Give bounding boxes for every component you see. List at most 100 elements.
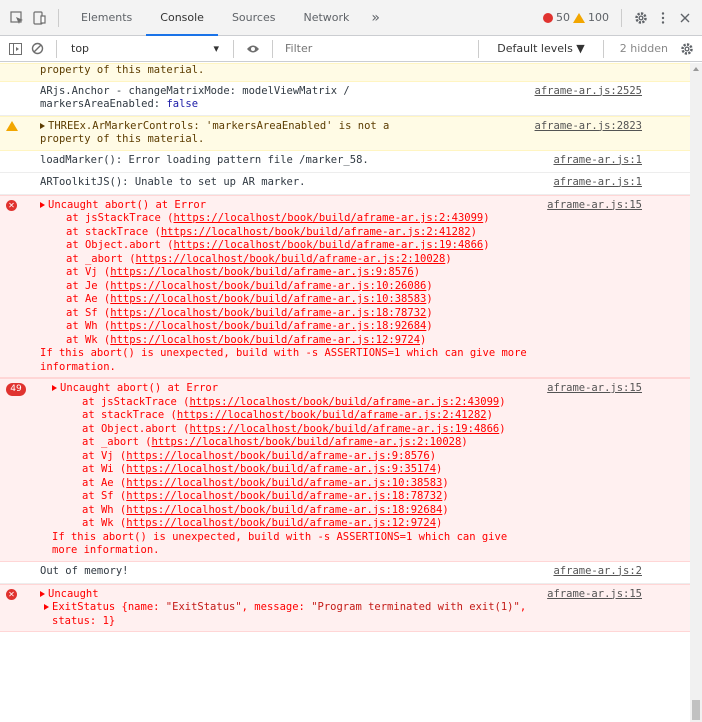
message-text: ARToolkitJS(): Unable to set up AR marke… <box>40 175 306 188</box>
message-text: If this abort() is unexpected, build wit… <box>52 530 508 543</box>
more-tabs-button[interactable]: » <box>363 10 388 26</box>
stack-frame-link[interactable]: https://localhost/book/build/aframe-ar.j… <box>110 280 426 292</box>
message-text: property of this material. <box>40 133 205 145</box>
more-options-icon[interactable] <box>652 7 674 29</box>
warning-count: 100 <box>588 11 609 24</box>
stack-frame: at _abort (https://localhost/book/build/… <box>82 436 468 448</box>
source-link[interactable]: aframe-ar.js:15 <box>547 199 642 213</box>
stack-frame-link[interactable]: https://localhost/book/build/aframe-ar.j… <box>110 307 426 319</box>
inspect-element-icon[interactable] <box>6 7 28 29</box>
stack-frame: at Object.abort (https://localhost/book/… <box>82 422 506 435</box>
error-heading: Uncaught <box>48 587 99 600</box>
message-text: property of this material. <box>40 64 205 76</box>
message-text: THREEx.ArMarkerControls: 'markersAreaEna… <box>48 119 390 132</box>
stack-frame-link[interactable]: https://localhost/book/build/aframe-ar.j… <box>173 212 483 224</box>
error-count: 50 <box>556 11 570 24</box>
filter-input[interactable] <box>281 38 401 59</box>
expand-triangle-icon[interactable] <box>52 385 57 391</box>
console-scrollbar[interactable] <box>690 63 702 722</box>
stack-frame: at Wk (https://localhost/book/build/afra… <box>66 333 427 346</box>
log-levels-dropdown[interactable]: Default levels ▼ <box>487 42 595 55</box>
context-selector[interactable]: top ▾ <box>65 42 225 55</box>
error-heading: Uncaught abort() at Error <box>48 198 207 211</box>
stack-frame-link[interactable]: https://localhost/book/build/aframe-ar.j… <box>136 253 446 265</box>
source-link[interactable]: aframe-ar.js:1 <box>553 154 642 168</box>
stack-frame-link[interactable]: https://localhost/book/build/aframe-ar.j… <box>126 517 436 529</box>
source-link[interactable]: aframe-ar.js:2823 <box>535 120 642 134</box>
stack-frame: at Vj (https://localhost/book/build/afra… <box>66 266 421 278</box>
expand-triangle-icon[interactable] <box>40 201 45 208</box>
chevron-down-icon: ▾ <box>213 42 219 55</box>
tab-elements[interactable]: Elements <box>67 0 146 36</box>
toolbar-divider <box>621 8 622 27</box>
error-count-icon <box>543 12 553 23</box>
tab-console[interactable]: Console <box>146 0 218 36</box>
expand-triangle-icon[interactable] <box>40 590 45 597</box>
stack-frame: at _abort (https://localhost/book/build/… <box>66 252 452 265</box>
warning-icon <box>6 120 18 131</box>
stack-frame-link[interactable]: https://localhost/book/build/aframe-ar.j… <box>126 463 436 475</box>
console-toolbar: top ▾ Default levels ▼ 2 hidden <box>0 36 702 62</box>
stack-frame: at stackTrace (https://localhost/book/bu… <box>82 409 493 421</box>
console-message-error: 49 Uncaught abort() at Error at jsStackT… <box>0 378 690 562</box>
devtools-tabbar: Elements Console Sources Network » 50 10… <box>0 0 702 36</box>
issue-counter[interactable]: 50 100 <box>543 11 609 24</box>
source-link[interactable]: aframe-ar.js:2525 <box>535 85 642 99</box>
close-devtools-icon[interactable] <box>674 7 696 29</box>
stack-frame-link[interactable]: https://localhost/book/build/aframe-ar.j… <box>152 436 462 448</box>
expand-triangle-icon[interactable] <box>44 604 49 610</box>
stack-frame-link[interactable]: https://localhost/book/build/aframe-ar.j… <box>126 504 442 516</box>
stack-frame-link[interactable]: https://localhost/book/build/aframe-ar.j… <box>126 450 429 462</box>
toolbar-divider <box>602 39 604 58</box>
device-toolbar-icon[interactable] <box>28 7 50 29</box>
string-value: "ExitStatus" <box>165 601 242 613</box>
console-settings-gear-icon[interactable] <box>676 38 698 60</box>
stack-frame-link[interactable]: https://localhost/book/build/aframe-ar.j… <box>110 293 426 305</box>
stack-trace: at jsStackTrace (https://localhost/book/… <box>40 212 620 347</box>
stack-frame-link[interactable]: https://localhost/book/build/aframe-ar.j… <box>161 226 471 238</box>
stack-trace: at jsStackTrace (https://localhost/book/… <box>52 396 620 531</box>
stack-frame: at Object.abort (https://localhost/book/… <box>66 239 490 251</box>
stack-frame: at Wi (https://localhost/book/build/afra… <box>82 463 443 475</box>
stack-frame-link[interactable]: https://localhost/book/build/aframe-ar.j… <box>189 423 499 435</box>
stack-frame-link[interactable]: https://localhost/book/build/aframe-ar.j… <box>126 477 442 489</box>
stack-frame: at stackTrace (https://localhost/book/bu… <box>66 225 477 238</box>
scroll-up-arrow-icon[interactable] <box>693 67 699 71</box>
stack-frame-link[interactable]: https://localhost/book/build/aframe-ar.j… <box>126 490 442 502</box>
toolbar-divider <box>233 39 234 58</box>
stack-frame: at Sf (https://localhost/book/build/afra… <box>66 306 433 319</box>
stack-frame: at jsStackTrace (https://localhost/book/… <box>82 395 506 408</box>
stack-frame: at Je (https://localhost/book/build/afra… <box>66 279 433 292</box>
source-link[interactable]: aframe-ar.js:1 <box>553 176 642 190</box>
settings-gear-icon[interactable] <box>630 7 652 29</box>
message-text: If this abort() is unexpected, build wit… <box>40 347 527 359</box>
tab-sources[interactable]: Sources <box>218 0 290 36</box>
console-message-error: ✕ Uncaught aframe-ar.js:15 ExitStatus {n… <box>0 583 690 632</box>
source-link[interactable]: aframe-ar.js:2 <box>553 565 642 579</box>
object-preview: status: 1} <box>52 614 116 627</box>
show-sidebar-icon[interactable] <box>4 38 26 60</box>
tab-network[interactable]: Network <box>289 0 363 36</box>
object-preview: ExitStatus {name: <box>52 601 166 613</box>
stack-frame: at Vj (https://localhost/book/build/afra… <box>82 449 437 462</box>
stack-frame-link[interactable]: https://localhost/book/build/aframe-ar.j… <box>110 266 413 278</box>
message-text: information. <box>40 360 116 373</box>
stack-frame: at Wh (https://localhost/book/build/afra… <box>66 320 433 332</box>
expand-triangle-icon[interactable] <box>40 122 45 129</box>
message-text: more information. <box>52 544 160 556</box>
stack-frame-link[interactable]: https://localhost/book/build/aframe-ar.j… <box>177 409 487 421</box>
stack-frame: at Sf (https://localhost/book/build/afra… <box>82 490 449 502</box>
string-value: "Program terminated with exit(1)" <box>311 601 520 613</box>
console-message-warning: THREEx.ArMarkerControls: 'markersAreaEna… <box>0 115 690 151</box>
stack-frame-link[interactable]: https://localhost/book/build/aframe-ar.j… <box>189 396 499 408</box>
stack-frame-link[interactable]: https://localhost/book/build/aframe-ar.j… <box>110 320 426 332</box>
source-link[interactable]: aframe-ar.js:15 <box>547 382 642 396</box>
clear-console-icon[interactable] <box>26 38 48 60</box>
error-heading: Uncaught abort() at Error <box>60 382 219 394</box>
scrollbar-thumb[interactable] <box>692 700 700 720</box>
stack-frame-link[interactable]: https://localhost/book/build/aframe-ar.j… <box>110 334 420 346</box>
stack-frame: at Ae (https://localhost/book/build/afra… <box>66 293 433 305</box>
source-link[interactable]: aframe-ar.js:15 <box>547 588 642 602</box>
stack-frame-link[interactable]: https://localhost/book/build/aframe-ar.j… <box>173 239 483 251</box>
live-expression-eye-icon[interactable] <box>242 38 264 60</box>
